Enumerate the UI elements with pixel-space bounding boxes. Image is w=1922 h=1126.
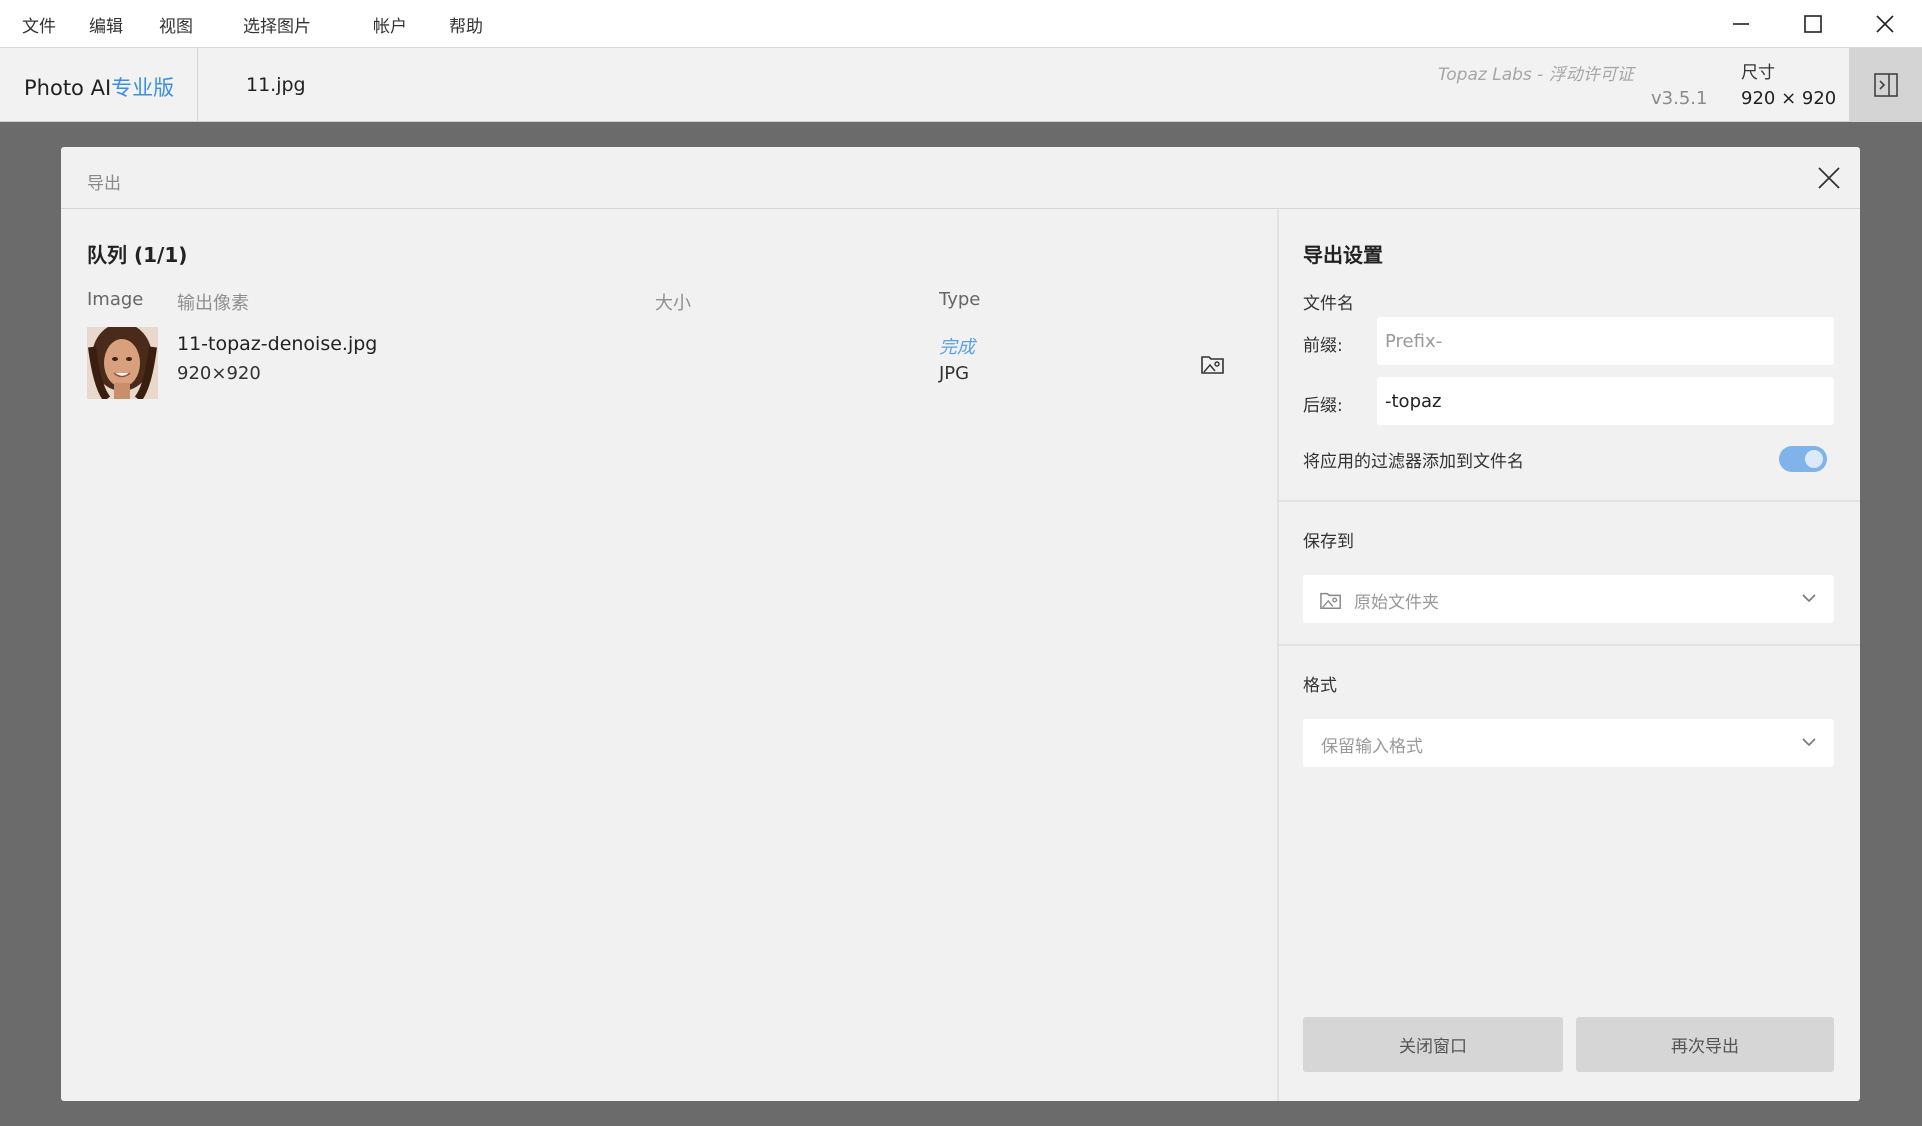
open-folder-button[interactable] <box>1198 349 1228 379</box>
column-header-image: Image <box>87 289 144 310</box>
format-label: 格式 <box>1303 676 1337 696</box>
size-value: 920 × 920 <box>1741 88 1837 109</box>
column-header-output-pixels: 输出像素 <box>177 293 249 314</box>
menu-file[interactable]: 文件 <box>22 12 56 37</box>
dialog-header: 导出 <box>61 147 1860 209</box>
dialog-title: 导出 <box>87 174 121 194</box>
menu-select-image[interactable]: 选择图片 <box>243 12 311 37</box>
sidebar-panel-icon <box>1873 73 1898 97</box>
row-file-name: 11-topaz-denoise.jpg <box>177 333 378 355</box>
minimize-icon <box>1733 23 1749 25</box>
minimize-button[interactable] <box>1705 0 1777 48</box>
close-window-button[interactable] <box>1849 0 1921 48</box>
format-select[interactable]: 保留输入格式 <box>1303 719 1834 767</box>
menu-view[interactable]: 视图 <box>159 12 193 37</box>
image-folder-icon <box>1320 592 1341 609</box>
maximize-icon <box>1804 15 1822 33</box>
column-header-type: Type <box>939 289 981 310</box>
portrait-thumbnail-image <box>87 327 158 399</box>
column-header-size: 大小 <box>655 293 691 314</box>
export-again-button[interactable]: 再次导出 <box>1576 1017 1834 1072</box>
close-icon <box>1818 167 1840 189</box>
menu-help[interactable]: 帮助 <box>449 12 483 37</box>
export-dialog: 导出 队列 (1/1) Image 输出像素 大小 Type 11-topaz-… <box>61 147 1860 1101</box>
current-file-name: 11.jpg <box>246 74 306 96</box>
menu-account[interactable]: 帐户 <box>373 12 407 37</box>
row-status: 完成 <box>939 337 975 358</box>
row-output-pixels: 920×920 <box>177 363 261 384</box>
app-name: Photo AI专业版 <box>24 72 174 102</box>
app-name-text: Photo AI <box>24 76 112 100</box>
filename-label: 文件名 <box>1303 294 1354 314</box>
export-settings-pane: 导出设置 文件名 前缀: 后缀: 将应用的过滤器添加到文件名 保存到 原始文件夹… <box>1279 209 1860 1101</box>
title-bar: Photo AI专业版 11.jpg Topaz Labs - 浮动许可证 v3… <box>0 48 1922 122</box>
append-filters-toggle[interactable] <box>1779 446 1827 472</box>
save-to-label: 保存到 <box>1303 532 1354 552</box>
dialog-close-button[interactable] <box>1808 157 1850 199</box>
menu-bar: 文件 编辑 视图 选择图片 帐户 帮助 <box>0 0 1922 48</box>
format-value: 保留输入格式 <box>1321 737 1423 757</box>
chevron-down-icon <box>1802 738 1816 747</box>
save-to-select[interactable]: 原始文件夹 <box>1303 575 1834 623</box>
suffix-label: 后缀: <box>1303 396 1343 416</box>
menu-edit[interactable]: 编辑 <box>89 12 123 37</box>
prefix-input[interactable] <box>1377 317 1834 365</box>
close-icon <box>1876 15 1894 33</box>
row-type: JPG <box>939 363 970 384</box>
section-divider <box>1279 644 1860 646</box>
image-folder-icon <box>1201 356 1224 374</box>
append-filters-label: 将应用的过滤器添加到文件名 <box>1303 452 1524 472</box>
title-divider <box>197 48 198 122</box>
app-edition: 专业版 <box>111 76 175 100</box>
image-thumbnail <box>87 327 158 399</box>
panel-toggle-button[interactable] <box>1849 48 1922 122</box>
toggle-knob <box>1805 450 1823 468</box>
queue-pane: 队列 (1/1) Image 输出像素 大小 Type 11-topaz-den <box>61 209 1277 1101</box>
maximize-button[interactable] <box>1777 0 1849 48</box>
suffix-input[interactable] <box>1377 377 1834 425</box>
chevron-down-icon <box>1802 594 1816 603</box>
close-dialog-button[interactable]: 关闭窗口 <box>1303 1017 1563 1072</box>
section-divider <box>1279 500 1860 502</box>
version-text: v3.5.1 <box>1651 88 1708 109</box>
export-settings-title: 导出设置 <box>1303 243 1383 267</box>
save-to-value: 原始文件夹 <box>1354 593 1439 613</box>
queue-title: 队列 (1/1) <box>87 243 188 267</box>
license-text: Topaz Labs - 浮动许可证 <box>1438 65 1634 85</box>
size-label: 尺寸 <box>1741 63 1775 83</box>
prefix-label: 前缀: <box>1303 336 1343 356</box>
